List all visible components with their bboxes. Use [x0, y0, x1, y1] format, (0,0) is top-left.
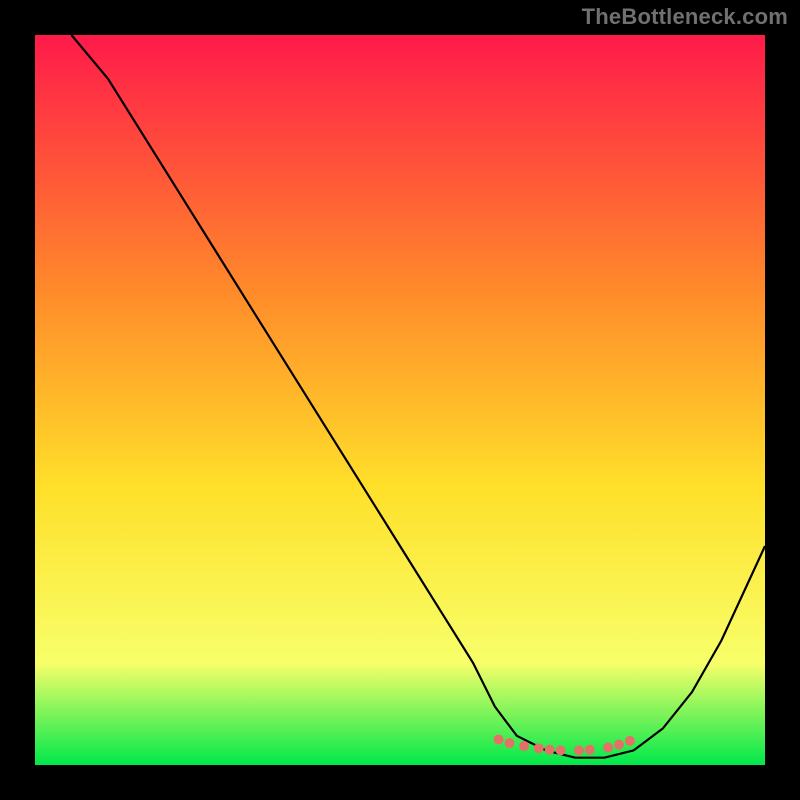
chart-svg: [35, 35, 765, 765]
optimal-point: [625, 736, 635, 746]
optimal-point: [603, 743, 613, 753]
chart-frame: TheBottleneck.com: [0, 0, 800, 800]
watermark-text: TheBottleneck.com: [582, 4, 788, 30]
optimal-point: [574, 745, 584, 755]
optimal-point: [534, 743, 544, 753]
optimal-point: [585, 745, 595, 755]
optimal-point: [556, 745, 566, 755]
optimal-point: [614, 740, 624, 750]
optimal-point: [545, 745, 555, 755]
optimal-point: [505, 738, 515, 748]
bottleneck-chart: [35, 35, 765, 765]
optimal-point: [519, 741, 529, 751]
gradient-background: [35, 35, 765, 765]
optimal-point: [494, 735, 504, 745]
